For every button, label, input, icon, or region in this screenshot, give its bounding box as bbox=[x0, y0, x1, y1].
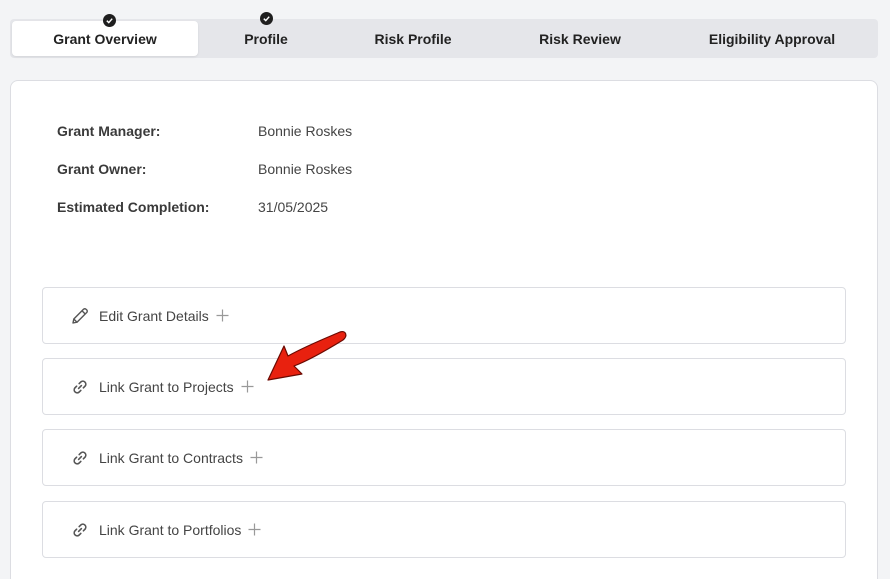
grant-manager-value: Bonnie Roskes bbox=[258, 123, 353, 139]
tab-risk-profile[interactable]: Risk Profile bbox=[332, 19, 494, 58]
edit-grant-details-button[interactable]: Edit Grant Details bbox=[42, 287, 846, 344]
edit-grant-details-label: Edit Grant Details bbox=[99, 307, 209, 324]
tab-label: Grant Overview bbox=[53, 30, 157, 47]
annotation-arrow-icon bbox=[267, 331, 347, 381]
link-grant-to-portfolios-label: Link Grant to Portfolios bbox=[99, 521, 242, 538]
tab-profile[interactable]: Profile bbox=[200, 12, 332, 58]
link-icon bbox=[70, 520, 90, 540]
tab-label: Risk Profile bbox=[374, 30, 452, 47]
completed-check-icon bbox=[260, 12, 273, 25]
estimated-completion-label: Estimated Completion: bbox=[57, 199, 210, 215]
pencil-icon bbox=[70, 306, 90, 326]
grant-owner-label: Grant Owner: bbox=[57, 161, 147, 177]
tab-label: Risk Review bbox=[539, 30, 621, 47]
estimated-completion-value: 31/05/2025 bbox=[258, 199, 329, 215]
tab-label: Eligibility Approval bbox=[708, 30, 836, 47]
link-icon bbox=[70, 448, 90, 468]
link-grant-to-contracts-label: Link Grant to Contracts bbox=[99, 449, 243, 466]
link-grant-to-projects-label: Link Grant to Projects bbox=[99, 378, 234, 395]
tab-grant-overview[interactable]: Grant Overview bbox=[12, 14, 198, 56]
tab-label: Profile bbox=[244, 30, 288, 47]
link-grant-to-portfolios-button[interactable]: Link Grant to Portfolios bbox=[42, 501, 846, 558]
tab-eligibility-approval[interactable]: Eligibility Approval bbox=[666, 19, 878, 58]
grant-owner-value: Bonnie Roskes bbox=[258, 161, 353, 177]
plus-icon bbox=[248, 523, 261, 536]
completed-check-icon bbox=[103, 14, 116, 27]
tab-risk-review[interactable]: Risk Review bbox=[494, 19, 666, 58]
link-icon bbox=[70, 377, 90, 397]
plus-icon bbox=[241, 380, 254, 393]
link-grant-to-projects-button[interactable]: Link Grant to Projects bbox=[42, 358, 846, 415]
plus-icon bbox=[216, 309, 229, 322]
grant-manager-label: Grant Manager: bbox=[57, 123, 161, 139]
step-tabs: Grant Overview Profile Risk Profile Risk… bbox=[10, 12, 878, 58]
plus-icon bbox=[250, 451, 263, 464]
grant-overview-card: Grant Manager: Bonnie Roskes Grant Owner… bbox=[10, 80, 878, 579]
link-grant-to-contracts-button[interactable]: Link Grant to Contracts bbox=[42, 429, 846, 486]
